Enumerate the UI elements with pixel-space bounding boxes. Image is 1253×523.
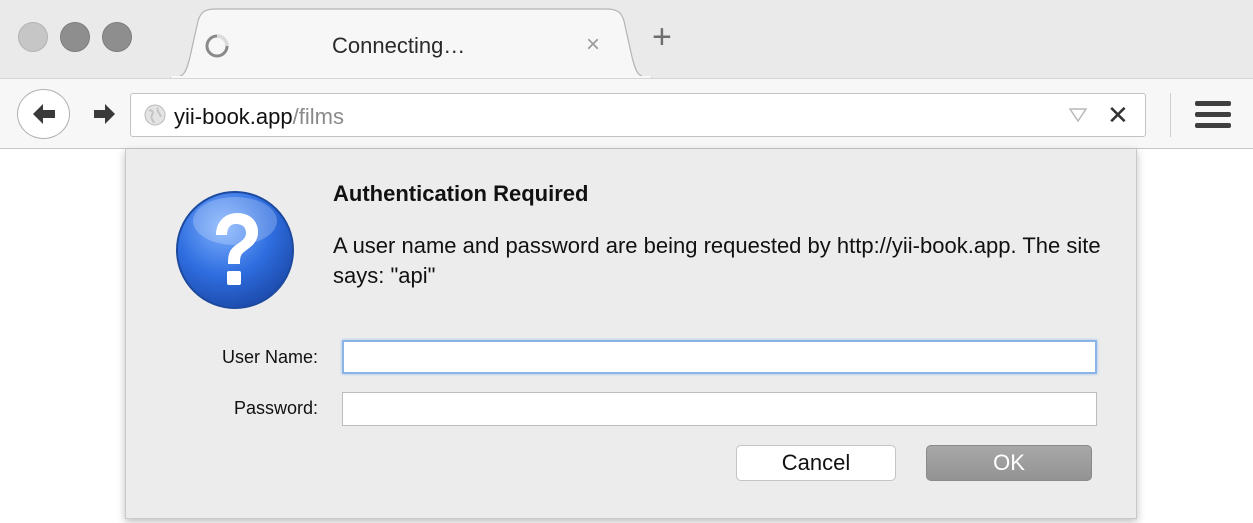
tab-active[interactable]: Connecting… ×: [170, 7, 652, 78]
password-label: Password:: [233, 398, 318, 418]
dropdown-triangle-icon[interactable]: [1069, 108, 1087, 122]
toolbar-separator: [1170, 93, 1171, 137]
username-input[interactable]: [342, 340, 1097, 374]
tab-strip: Connecting… × +: [0, 0, 1253, 78]
page-content: Authentication Required A user name and …: [0, 149, 1253, 523]
close-window-button[interactable]: [18, 22, 48, 52]
tab-close-icon[interactable]: ×: [586, 31, 600, 59]
ok-button[interactable]: OK: [926, 445, 1092, 481]
url-text[interactable]: yii-book.app/films: [174, 104, 344, 130]
stop-loading-button[interactable]: ✕: [1107, 100, 1129, 131]
authentication-dialog: Authentication Required A user name and …: [125, 149, 1137, 519]
globe-icon: [144, 104, 166, 126]
url-bar[interactable]: yii-book.app/films ✕: [130, 93, 1146, 137]
url-path: /films: [292, 104, 344, 129]
arrow-right-icon: [94, 104, 115, 124]
navigation-toolbar: yii-book.app/films ✕: [0, 78, 1253, 149]
tab-title: Connecting…: [332, 33, 466, 58]
new-tab-button[interactable]: +: [652, 20, 672, 54]
dialog-message: A user name and password are being reque…: [333, 233, 1101, 288]
username-label: User Name:: [221, 347, 318, 367]
forward-button[interactable]: [88, 97, 122, 131]
cancel-button[interactable]: Cancel: [736, 445, 896, 481]
loading-spinner-icon: [205, 34, 229, 58]
zoom-window-button[interactable]: [102, 22, 132, 52]
question-mark-icon: [176, 191, 294, 309]
dialog-title: Authentication Required: [333, 181, 589, 206]
password-input[interactable]: [342, 392, 1097, 426]
minimize-window-button[interactable]: [60, 22, 90, 52]
back-button[interactable]: [17, 89, 70, 139]
hamburger-menu-icon[interactable]: [1195, 101, 1231, 129]
window-controls: [18, 22, 132, 52]
arrow-left-icon: [32, 104, 55, 124]
url-host: yii-book.app: [174, 104, 293, 129]
